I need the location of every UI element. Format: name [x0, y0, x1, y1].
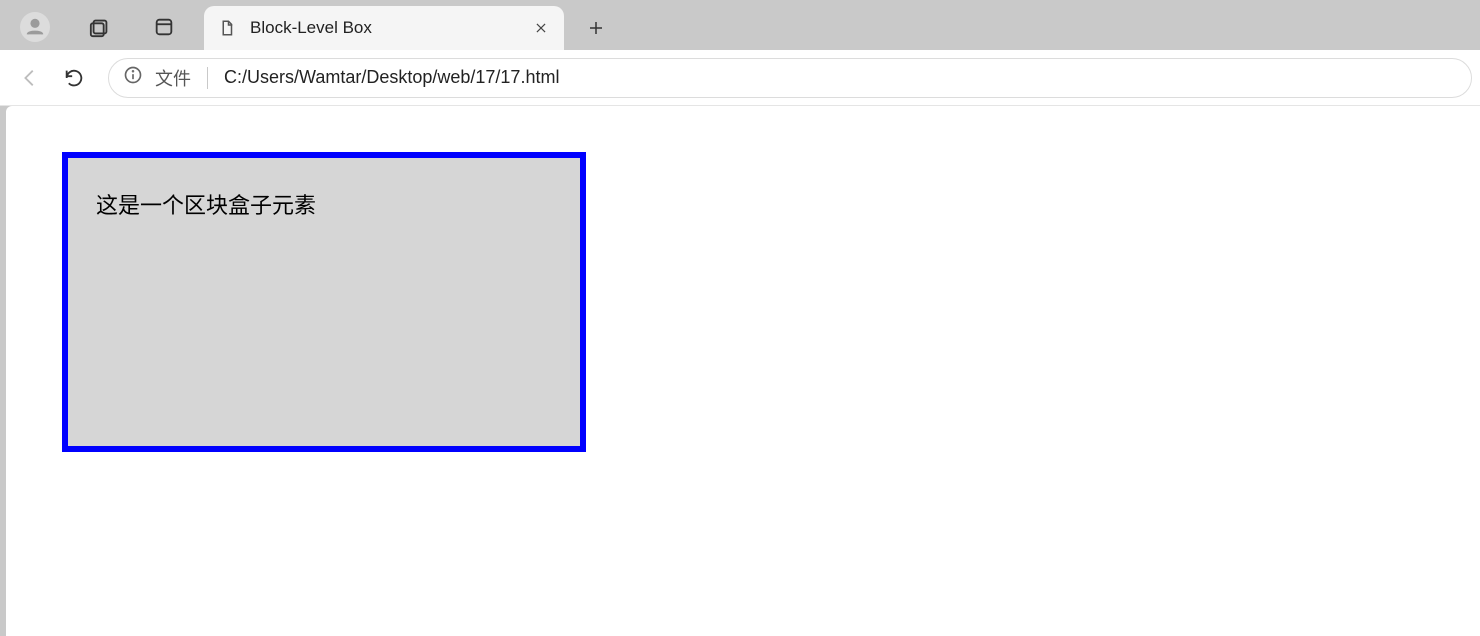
close-icon[interactable] [532, 19, 550, 37]
new-tab-button[interactable] [576, 8, 616, 48]
url-scheme-label: 文件 [155, 65, 191, 91]
reload-button[interactable] [52, 56, 96, 100]
url-separator [207, 67, 208, 89]
info-icon[interactable] [123, 65, 143, 90]
page-icon [218, 19, 236, 37]
browser-tab[interactable]: Block-Level Box [204, 6, 564, 50]
titlebar: Block-Level Box [0, 0, 1480, 50]
url-input[interactable]: 文件 C:/Users/Wamtar/Desktop/web/17/17.htm… [108, 58, 1472, 98]
page-viewport[interactable]: 这是一个区块盒子元素 [6, 106, 1480, 636]
block-box-text: 这是一个区块盒子元素 [96, 188, 580, 220]
url-path: C:/Users/Wamtar/Desktop/web/17/17.html [224, 67, 1457, 88]
block-level-box: 这是一个区块盒子元素 [62, 152, 586, 452]
addressbar: 文件 C:/Users/Wamtar/Desktop/web/17/17.htm… [0, 50, 1480, 106]
profile-icon[interactable] [20, 12, 50, 42]
tabactions-icon[interactable] [150, 13, 178, 41]
collections-icon[interactable] [86, 13, 114, 41]
page-body: 这是一个区块盒子元素 [6, 106, 1480, 452]
back-button[interactable] [8, 56, 52, 100]
tab-title: Block-Level Box [250, 18, 532, 38]
titlebar-icons [0, 12, 198, 50]
